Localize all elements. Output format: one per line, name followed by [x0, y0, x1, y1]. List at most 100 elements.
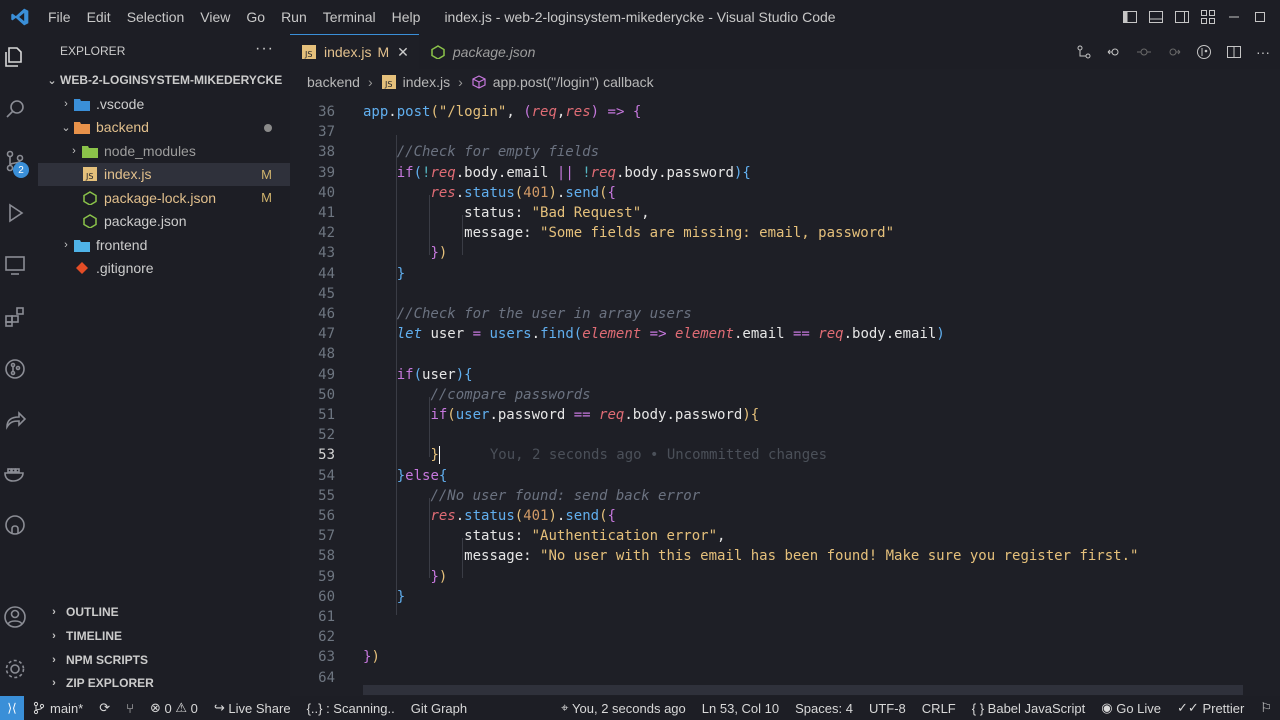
menu-go[interactable]: Go: [238, 0, 273, 34]
menu-help[interactable]: Help: [384, 0, 429, 34]
close-icon[interactable]: ✕: [397, 44, 409, 61]
more-actions-icon[interactable]: ···: [1256, 44, 1272, 60]
customize-layout-icon[interactable]: [1200, 9, 1216, 25]
breadcrumb-folder[interactable]: backend: [307, 74, 360, 90]
tree-item-node-modules[interactable]: › node_modules: [38, 139, 290, 163]
feedback-icon[interactable]: ⚐: [1252, 696, 1280, 720]
problems-indicator[interactable]: ⊗ 0 ⚠ 0: [142, 696, 206, 720]
end-of-line[interactable]: CRLF: [914, 696, 964, 720]
section-npm-scripts[interactable]: › NPM SCRIPTS: [38, 648, 290, 671]
text-cursor: [438, 446, 440, 465]
warning-icon: ⚠: [175, 700, 188, 715]
modified-badge: M: [261, 190, 272, 206]
search-icon[interactable]: [0, 94, 30, 124]
tree-item-gitignore[interactable]: .gitignore: [38, 257, 290, 281]
code-line: 57 status: "Authentication error",: [290, 526, 1280, 546]
more-actions-icon[interactable]: ···: [255, 40, 274, 58]
go-live-button[interactable]: ◉ Go Live: [1093, 696, 1169, 720]
section-label: ZIP EXPLORER: [66, 675, 154, 690]
language-mode[interactable]: { } Babel JavaScript: [964, 696, 1093, 720]
code-line: 37: [290, 122, 1280, 142]
git-graph-icon[interactable]: [0, 354, 30, 384]
minimize-icon[interactable]: [1226, 9, 1242, 25]
manage-gear-icon[interactable]: [0, 654, 30, 684]
tab-package-json[interactable]: package.json: [419, 34, 546, 69]
svg-text:JS: JS: [384, 80, 392, 89]
menu-selection[interactable]: Selection: [119, 0, 193, 34]
commit-icon[interactable]: [1136, 44, 1152, 60]
run-debug-icon[interactable]: [0, 198, 30, 228]
code-text: res.status(401).send({: [430, 184, 616, 201]
section-outline[interactable]: › OUTLINE: [38, 600, 290, 623]
code-line: 40 res.status(401).send({: [290, 183, 1280, 203]
horizontal-scrollbar[interactable]: [363, 685, 1243, 695]
code-editor[interactable]: 36 app.post("/login", (req,res) => { 37 3…: [290, 95, 1280, 696]
tab-index-js[interactable]: JS index.js M ✕: [290, 34, 419, 69]
line-number: 58: [318, 548, 335, 565]
maximize-icon[interactable]: [1252, 9, 1268, 25]
prettier-status[interactable]: ✓✓ Prettier: [1169, 696, 1252, 720]
menu-bar: File Edit Selection View Go Run Terminal…: [40, 0, 428, 34]
toggle-panel-icon[interactable]: [1148, 9, 1164, 25]
accounts-icon[interactable]: [0, 602, 30, 632]
tree-item-label: package.json: [104, 213, 187, 230]
menu-terminal[interactable]: Terminal: [315, 0, 384, 34]
broadcast-icon: ◉: [1101, 700, 1113, 715]
live-share-icon[interactable]: [0, 406, 30, 436]
menu-edit[interactable]: Edit: [79, 0, 119, 34]
tree-item-frontend[interactable]: › frontend: [38, 233, 290, 257]
code-text: message: "Some fields are missing: email…: [464, 225, 895, 242]
code-text: if(user.password == req.body.password){: [430, 407, 760, 423]
tree-item-index-js[interactable]: JS index.js M: [38, 162, 290, 186]
toggle-secondary-sidebar-icon[interactable]: [1174, 9, 1190, 25]
code-line: 39 if(!req.body.email || !req.body.passw…: [290, 163, 1280, 183]
line-number: 62: [318, 629, 335, 646]
code-text: }): [430, 245, 448, 262]
remote-explorer-icon[interactable]: [0, 250, 30, 280]
remote-indicator-icon[interactable]: ⟩⟨: [0, 696, 24, 720]
tree-item-label: node_modules: [104, 142, 196, 159]
javascript-file-icon: JS: [302, 45, 316, 59]
code-text: let user = users.find(element => element…: [396, 326, 945, 343]
git-graph-button[interactable]: Git Graph: [403, 696, 475, 720]
cursor-position[interactable]: Ln 53, Col 10: [694, 696, 787, 720]
breadcrumb-file[interactable]: index.js: [403, 74, 450, 90]
scanning-status[interactable]: {..} : Scanning..: [299, 696, 403, 720]
menu-file[interactable]: File: [40, 0, 79, 34]
explorer-sidebar: EXPLORER ··· ⌄ WEB-2-LOGINSYSTEM-MIKEDER…: [38, 34, 290, 696]
breadcrumb-symbol[interactable]: app.post("/login") callback: [493, 74, 654, 90]
tree-item-backend[interactable]: ⌄ backend: [38, 116, 290, 140]
open-changes-icon[interactable]: [1076, 44, 1092, 60]
workspace-folder[interactable]: ⌄ WEB-2-LOGINSYSTEM-MIKEDERYCKE: [38, 68, 290, 92]
tree-item-package-json[interactable]: package.json: [38, 210, 290, 234]
branch-indicator[interactable]: main*: [24, 696, 91, 720]
git-graph-status-icon[interactable]: ⑂: [118, 696, 142, 720]
blame-status[interactable]: ⌖ You, 2 seconds ago: [553, 696, 694, 720]
code-line: 36 app.post("/login", (req,res) => {: [290, 102, 1280, 122]
extensions-icon[interactable]: [0, 302, 30, 332]
menu-run[interactable]: Run: [273, 0, 315, 34]
github-icon[interactable]: [0, 510, 30, 540]
tree-item-package-lock[interactable]: package-lock.json M: [38, 186, 290, 210]
go-forward-change-icon[interactable]: [1166, 44, 1182, 60]
line-number: 57: [318, 528, 335, 545]
docker-icon[interactable]: [0, 458, 30, 488]
error-icon: ⊗: [149, 700, 161, 715]
tree-item-vscode[interactable]: › .vscode: [38, 92, 290, 116]
section-zip-explorer[interactable]: › ZIP EXPLORER: [38, 671, 290, 694]
encoding[interactable]: UTF-8: [861, 696, 914, 720]
menu-view[interactable]: View: [192, 0, 238, 34]
go-back-change-icon[interactable]: [1106, 44, 1122, 60]
git-lens-icon[interactable]: [1196, 44, 1212, 60]
line-number: 55: [318, 487, 335, 504]
code-text: status: "Authentication error",: [464, 528, 726, 545]
explorer-icon[interactable]: [0, 42, 30, 72]
toggle-sidebar-icon[interactable]: [1122, 9, 1138, 25]
split-editor-icon[interactable]: [1226, 44, 1242, 60]
indentation[interactable]: Spaces: 4: [787, 696, 861, 720]
prettier-label: Prettier: [1202, 700, 1245, 716]
sync-icon[interactable]: ⟳: [91, 696, 118, 720]
section-timeline[interactable]: › TIMELINE: [38, 624, 290, 647]
code-text: //Check for empty fields: [396, 144, 600, 161]
live-share-button[interactable]: ↪ Live Share: [206, 696, 299, 720]
